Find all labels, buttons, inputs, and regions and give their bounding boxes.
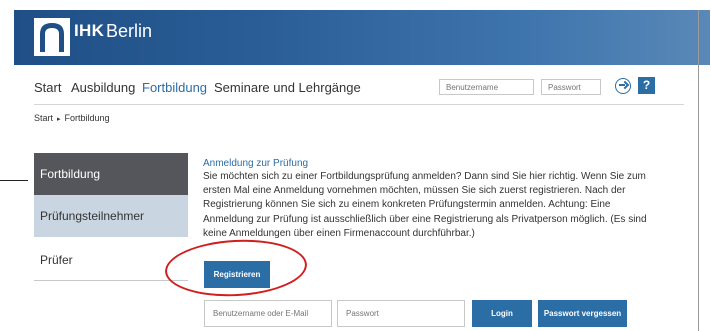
header-password-input[interactable] bbox=[541, 79, 601, 95]
login-arrow-icon[interactable] bbox=[615, 78, 631, 94]
nav-item-seminare[interactable]: Seminare und Lehrgänge bbox=[214, 80, 361, 95]
nav-item-ausbildung[interactable]: Ausbildung bbox=[71, 80, 135, 95]
help-icon[interactable]: ? bbox=[638, 77, 655, 94]
login-button[interactable]: Login bbox=[472, 300, 532, 327]
header-username-input[interactable] bbox=[439, 79, 534, 95]
breadcrumb-start[interactable]: Start bbox=[34, 113, 53, 123]
nav-item-fortbildung[interactable]: Fortbildung bbox=[142, 80, 207, 95]
breadcrumb: Start ▸ Fortbildung bbox=[34, 113, 110, 123]
nav-item-start[interactable]: Start bbox=[34, 80, 61, 95]
nav-divider bbox=[34, 104, 684, 105]
logo-city: Berlin bbox=[106, 21, 153, 41]
password-input[interactable] bbox=[337, 300, 465, 327]
ihk-logo-icon[interactable] bbox=[34, 18, 70, 56]
site-header: IHK Berlin bbox=[14, 10, 710, 65]
breadcrumb-fortbildung[interactable]: Fortbildung bbox=[65, 113, 110, 123]
breadcrumb-separator-icon: ▸ bbox=[57, 116, 61, 123]
sidebar-item-pruefungsteilnehmer[interactable]: Prüfungsteilnehmer bbox=[34, 195, 188, 237]
content-title: Anmeldung zur Prüfung bbox=[203, 158, 309, 169]
window-edge bbox=[698, 10, 699, 331]
annotation-pointer-line bbox=[0, 180, 28, 181]
forgot-password-button[interactable]: Passwort vergessen bbox=[538, 300, 627, 327]
logo-wordmark: IHK bbox=[74, 21, 105, 40]
page: IHK Berlin Start Ausbildung Fortbildung … bbox=[0, 0, 711, 331]
content-description: Sie möchten sich zu einer Fortbildungspr… bbox=[203, 171, 647, 239]
sidebar-item-fortbildung[interactable]: Fortbildung bbox=[34, 153, 188, 195]
username-email-input[interactable] bbox=[204, 300, 332, 327]
